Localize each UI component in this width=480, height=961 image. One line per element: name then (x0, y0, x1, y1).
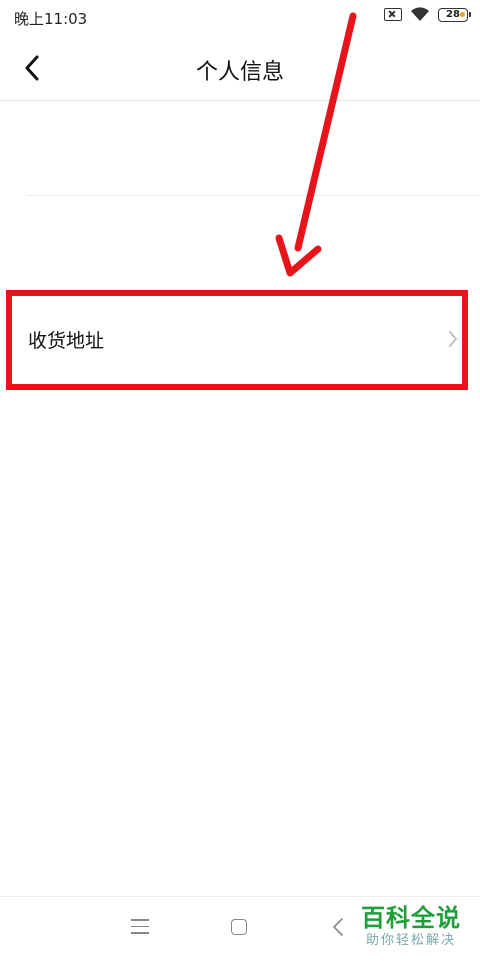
chevron-right-icon (449, 331, 457, 347)
battery-icon: 28 (438, 7, 471, 22)
nav-bar: 个人信息 (0, 36, 480, 101)
status-time: 晚上11:03 (14, 10, 88, 28)
info-row-blank[interactable] (0, 101, 480, 195)
row-divider (26, 195, 480, 196)
battery-level: 28 (446, 8, 460, 20)
sim-icon (384, 8, 402, 21)
battery-charging-dot (460, 11, 465, 17)
shipping-address-row[interactable]: 收货地址 (0, 292, 480, 388)
shipping-address-label: 收货地址 (28, 330, 105, 352)
watermark-title: 百科全说 (361, 904, 461, 932)
system-back-icon[interactable] (332, 917, 344, 937)
home-icon[interactable] (231, 919, 247, 935)
watermark-logo: 百科全说 助你轻松解决 (356, 904, 466, 950)
page-title: 个人信息 (195, 60, 284, 85)
wifi-icon (411, 7, 429, 22)
status-bar: 晚上11:03 28 (0, 0, 480, 36)
watermark-subtitle: 助你轻松解决 (365, 933, 456, 948)
status-icons: 28 (384, 7, 471, 22)
menu-icon[interactable] (131, 919, 149, 935)
